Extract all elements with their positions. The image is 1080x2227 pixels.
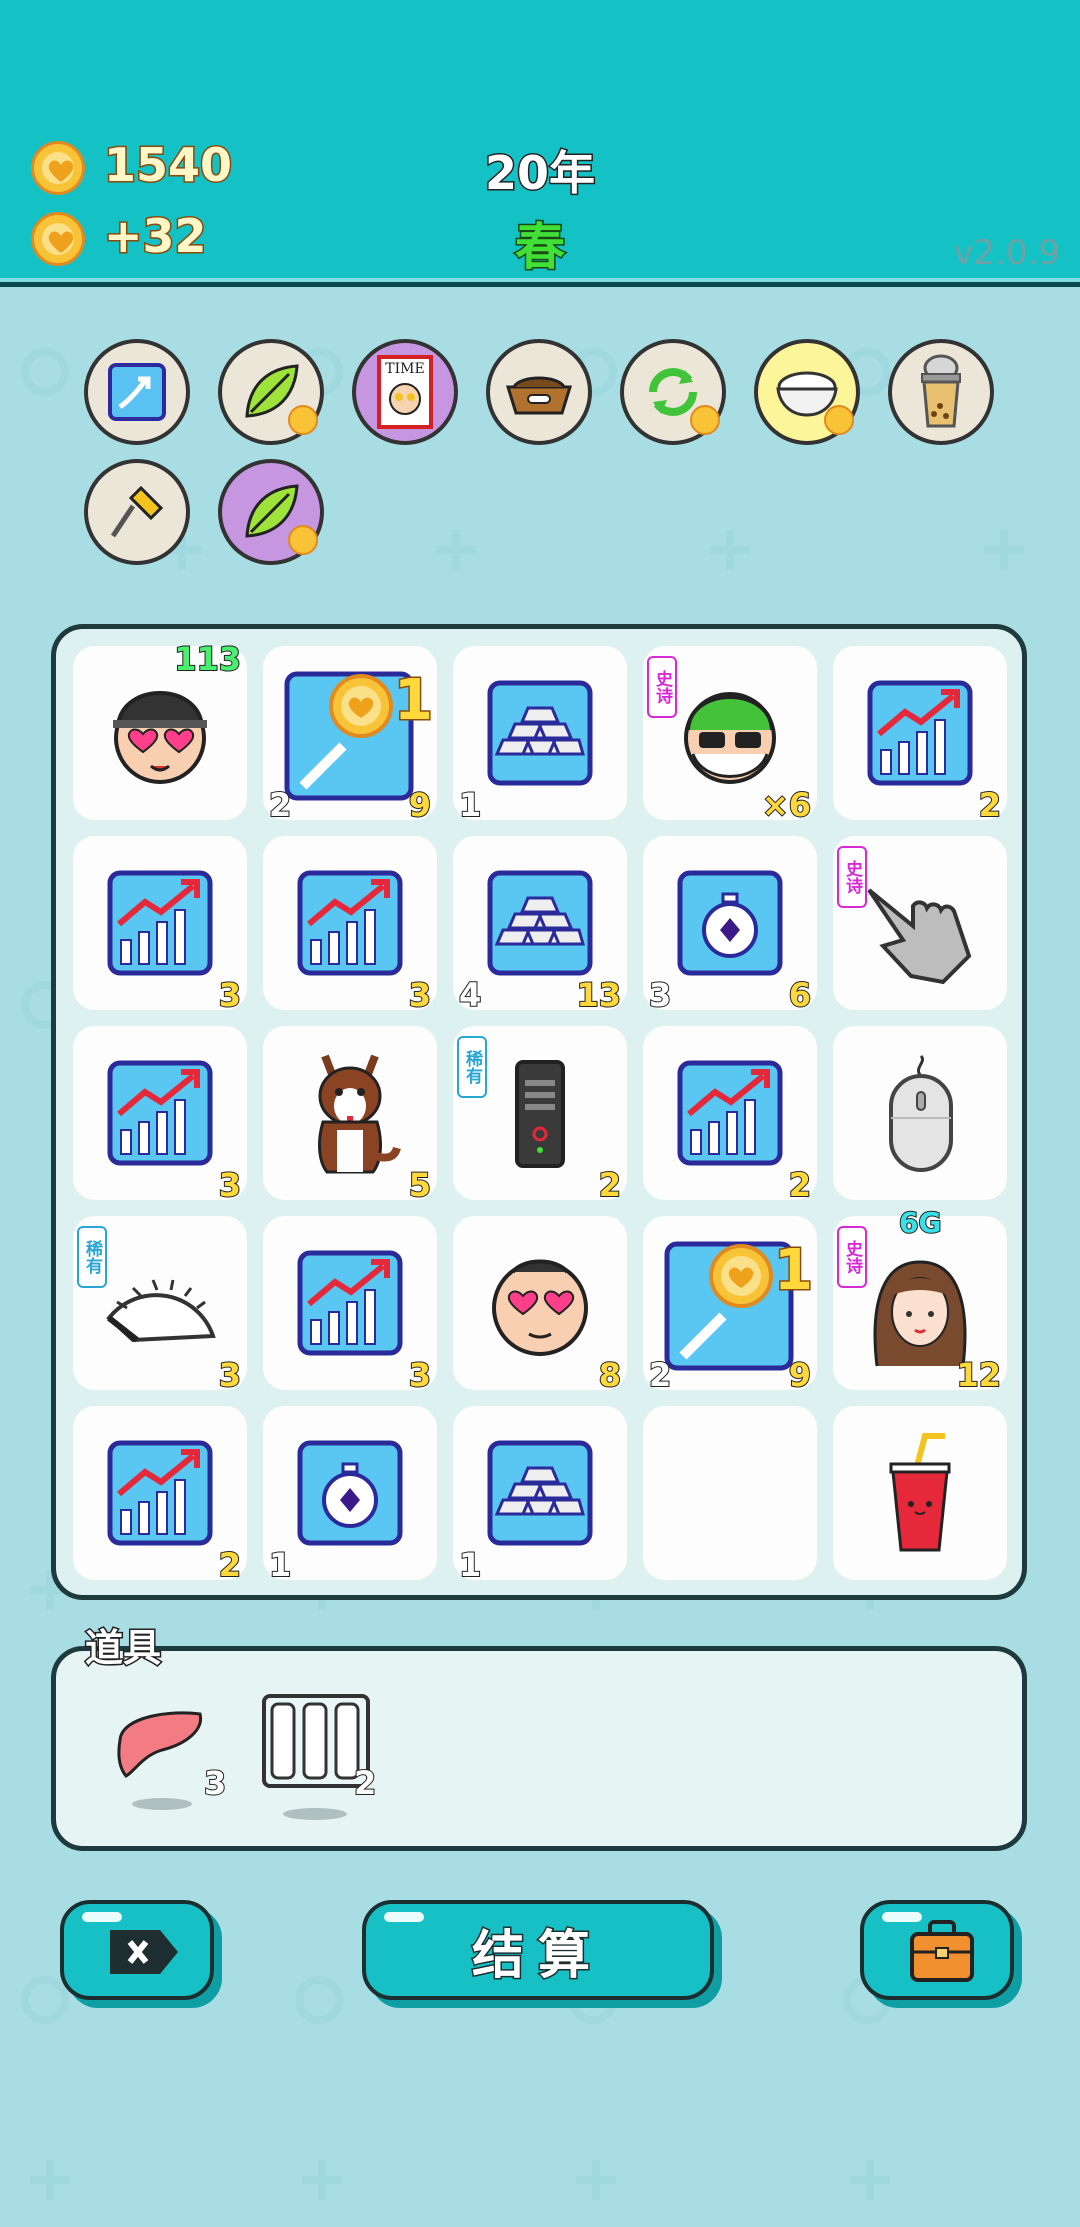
bottom-left-value: 2 — [268, 785, 292, 825]
screwdriver-icon — [110, 485, 164, 538]
settle-button-label: 结算 — [470, 1924, 604, 1987]
slot-cell[interactable]: 2 — [73, 1406, 247, 1585]
bottom-right-value: 9 — [788, 1355, 812, 1395]
coin-icon — [31, 141, 85, 195]
bottom-right-value: 2 — [788, 1165, 812, 1205]
slot-cell[interactable]: 史诗 ×6 — [643, 646, 817, 825]
slot-cell[interactable]: 3 — [263, 1216, 437, 1395]
screwdriver-badge[interactable] — [84, 459, 190, 565]
slot-cell[interactable]: 3 — [73, 1026, 247, 1205]
settle-button[interactable]: 结算 — [362, 1900, 714, 2000]
time-magazine-badge[interactable]: TIME — [352, 339, 458, 445]
slot-cell[interactable]: 8 — [453, 1216, 627, 1395]
bottom-left-value: 2 — [648, 1355, 672, 1395]
slot-cell[interactable] — [833, 1406, 1007, 1580]
bottom-left-value: 1 — [458, 785, 482, 825]
bonus-number: 1 — [393, 667, 435, 735]
time-magazine-icon: TIME — [377, 355, 433, 429]
slot-cell[interactable]: 36 — [643, 836, 817, 1015]
slot-cell[interactable]: 1 — [263, 1406, 437, 1585]
bottom-left-value: 1 — [268, 1545, 292, 1585]
version-label: v2.0.9 — [953, 233, 1060, 273]
rarity-tag: 史诗 — [647, 656, 677, 718]
heart-coin-icon — [288, 405, 318, 435]
tools-title: 道具 — [83, 1625, 162, 1672]
leaf-badge[interactable] — [218, 339, 324, 445]
bottom-right-value: 5 — [408, 1165, 432, 1205]
money-value: 1540 — [102, 137, 233, 194]
slot-cell[interactable]: 史诗 6G 12 — [833, 1205, 1007, 1395]
rarity-tag: 史诗 — [837, 1226, 867, 1288]
rarity-tag: 稀有 — [77, 1226, 107, 1288]
up-arrow-card-icon — [108, 363, 166, 421]
rarity-tag: 史诗 — [837, 846, 867, 908]
tool-item-liver[interactable]: 3 — [112, 1700, 227, 1820]
dog-bowl-icon — [505, 376, 573, 415]
bottom-right-value: 2 — [978, 785, 1002, 825]
slot-cell[interactable]: 1 — [453, 646, 627, 825]
computer-mouse-icon — [889, 1054, 953, 1172]
empty-slot[interactable] — [643, 1406, 817, 1580]
bottom-left-value: 1 — [458, 1545, 482, 1585]
heart-coin-icon — [690, 405, 720, 435]
slot-cell[interactable] — [833, 1026, 1007, 1200]
bottom-right-value: 13 — [575, 975, 622, 1015]
inventory-button[interactable] — [860, 1900, 1014, 2000]
slot-cell[interactable]: 史诗 — [833, 836, 1007, 1010]
slot-cell[interactable]: 3 — [263, 836, 437, 1015]
slot-cell[interactable]: 3 — [73, 836, 247, 1015]
recycle-badge[interactable] — [620, 339, 726, 445]
leaf-purple-badge[interactable] — [218, 459, 324, 565]
slot-cell[interactable]: 稀有 2 — [453, 1026, 627, 1205]
slot-cell[interactable]: 4 13 — [453, 836, 627, 1015]
slot-cell[interactable]: 5 — [263, 1026, 437, 1205]
season-label: 春 — [514, 217, 567, 278]
tool-count: 3 — [203, 1763, 227, 1803]
bottom-left-value: 4 — [458, 975, 482, 1015]
slot-cell[interactable]: 稀有 3 — [73, 1216, 247, 1395]
bottom-right-value: 6 — [788, 975, 812, 1015]
income-value: +32 — [103, 208, 209, 265]
bottom-right-value: 3 — [218, 1355, 242, 1395]
bubble-tea-badge[interactable] — [888, 339, 994, 445]
tool-item-test-tube-rack[interactable]: 2 — [260, 1692, 377, 1822]
slot-cell[interactable]: 2 — [833, 646, 1007, 825]
up-arrow-card-badge[interactable] — [84, 339, 190, 445]
bottom-right-value: 9 — [408, 785, 432, 825]
bottom-right-value: ×6 — [761, 785, 812, 825]
income-coin-icon — [31, 212, 85, 266]
svg-text:TIME: TIME — [385, 361, 424, 377]
slot-cell[interactable]: 1 2 9 — [643, 1216, 817, 1395]
heart-coin-icon — [288, 525, 318, 555]
bottom-left-value: 3 — [648, 975, 672, 1015]
bottom-right-value: 3 — [408, 975, 432, 1015]
liver-icon — [117, 1711, 203, 1810]
bonus-number: 1 — [773, 1237, 815, 1305]
rice-bowl-badge[interactable] — [754, 339, 860, 445]
slot-cell[interactable]: 1 — [453, 1406, 627, 1585]
test-tube-rack-icon — [262, 1694, 370, 1820]
top-label: 6G — [898, 1205, 942, 1240]
bottom-right-value: 8 — [598, 1355, 622, 1395]
top-right-value: 113 — [173, 639, 242, 679]
bottom-right-value: 3 — [218, 975, 242, 1015]
year-label: 20年 — [483, 145, 596, 202]
slot-cell[interactable]: 113 — [73, 639, 247, 820]
rarity-tag: 稀有 — [457, 1036, 487, 1098]
slot-cell[interactable]: 1 2 9 — [263, 646, 437, 825]
bottom-right-value: 12 — [955, 1355, 1002, 1395]
bottom-right-value: 2 — [598, 1165, 622, 1205]
bubble-tea-icon — [921, 354, 961, 428]
soda-cup-icon — [889, 1433, 951, 1552]
bottom-right-value: 3 — [408, 1355, 432, 1395]
briefcase-icon — [910, 1920, 974, 1982]
close-tag-icon — [110, 1930, 178, 1974]
bottom-right-value: 2 — [218, 1545, 242, 1585]
tool-count: 2 — [353, 1763, 377, 1803]
bottom-right-value: 3 — [218, 1165, 242, 1205]
delete-button[interactable] — [60, 1900, 214, 2000]
dog-bowl-badge[interactable] — [486, 339, 592, 445]
heart-coin-icon — [824, 405, 854, 435]
slot-cell[interactable]: 2 — [643, 1026, 817, 1205]
